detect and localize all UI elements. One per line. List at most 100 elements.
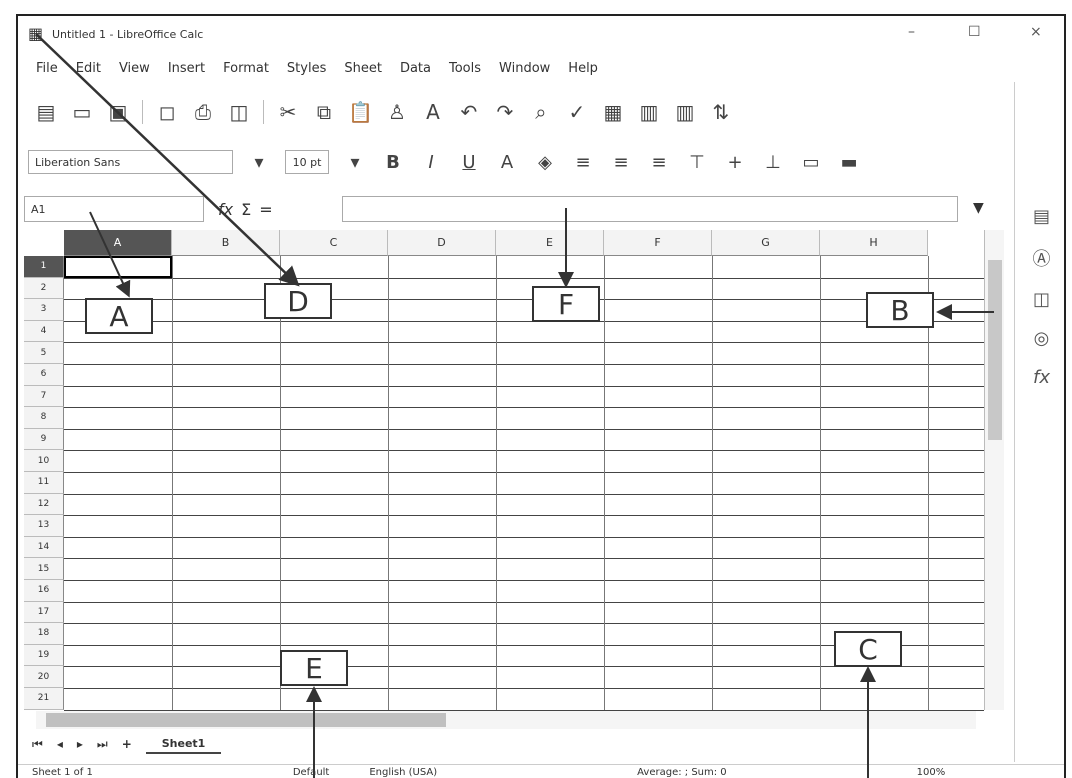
align-bottom-icon[interactable]: ⊥	[761, 148, 785, 176]
column-header[interactable]: A	[64, 230, 172, 256]
name-box[interactable]: A1	[24, 196, 204, 222]
font-size-dropdown-icon[interactable]: ▾	[343, 148, 367, 176]
align-right-icon[interactable]: ≡	[647, 148, 671, 176]
font-name-dropdown-icon[interactable]: ▾	[247, 148, 271, 176]
row-header[interactable]: 11	[24, 472, 64, 494]
menu-tools[interactable]: Tools	[449, 61, 481, 76]
active-cell[interactable]	[64, 256, 172, 278]
align-top-icon[interactable]: ⊤	[685, 148, 709, 176]
row-header[interactable]: 1	[24, 256, 64, 278]
formula-input[interactable]	[342, 196, 958, 222]
menu-styles[interactable]: Styles	[287, 61, 326, 76]
menu-insert[interactable]: Insert	[168, 61, 205, 76]
bold-icon[interactable]: B	[381, 148, 405, 176]
minimize-button[interactable]: –	[908, 24, 915, 40]
row-header[interactable]: 5	[24, 342, 64, 364]
clone-formatting-icon[interactable]: ♙	[385, 98, 409, 126]
row-header[interactable]: 15	[24, 558, 64, 580]
row-header[interactable]: 2	[24, 277, 64, 300]
freeze-icon[interactable]: ▥	[673, 98, 697, 126]
row-header[interactable]: 21	[24, 688, 64, 710]
last-sheet-icon[interactable]: ⏭	[97, 737, 108, 752]
clear-formatting-icon[interactable]: A	[421, 98, 445, 126]
row-header[interactable]: 4	[24, 320, 64, 343]
row-header[interactable]: 16	[24, 580, 64, 602]
expand-formula-icon[interactable]: ▼	[973, 200, 984, 216]
sum-icon[interactable]: Σ	[241, 200, 251, 219]
menu-view[interactable]: View	[119, 61, 150, 76]
horizontal-scroll-thumb[interactable]	[46, 713, 446, 727]
properties-icon[interactable]: ▤	[1033, 206, 1050, 227]
row-header[interactable]: 13	[24, 515, 64, 537]
row-header[interactable]: 10	[24, 450, 64, 472]
copy-icon[interactable]: ⧉	[312, 98, 336, 126]
functions-icon[interactable]: fx	[1033, 367, 1050, 388]
column-header[interactable]: F	[604, 230, 712, 256]
column-header[interactable]: D	[388, 230, 496, 256]
vertical-scroll-thumb[interactable]	[988, 260, 1002, 440]
vertical-scrollbar[interactable]	[984, 230, 1004, 710]
wrap-text-icon[interactable]: ▭	[799, 148, 823, 176]
row-header[interactable]: 6	[24, 364, 64, 386]
merge-cells-icon[interactable]: ▬	[837, 148, 861, 176]
row-header[interactable]: 9	[24, 428, 64, 451]
menu-sheet[interactable]: Sheet	[344, 61, 382, 76]
print-preview-icon[interactable]: ◫	[227, 98, 251, 126]
underline-icon[interactable]: U	[457, 148, 481, 176]
row-header[interactable]: 8	[24, 407, 64, 429]
menu-file[interactable]: File	[36, 61, 58, 76]
open-icon[interactable]: ▭	[70, 98, 94, 126]
first-sheet-icon[interactable]: ⏮	[32, 737, 43, 752]
align-left-icon[interactable]: ≡	[571, 148, 595, 176]
save-icon[interactable]: ▣	[106, 98, 130, 126]
menu-help[interactable]: Help	[568, 61, 598, 76]
find-replace-icon[interactable]: ⌕	[529, 98, 553, 126]
row-header[interactable]: 14	[24, 536, 64, 559]
status-language[interactable]: English (USA)	[369, 767, 437, 778]
column-header[interactable]: B	[172, 230, 280, 256]
row-header[interactable]: 20	[24, 666, 64, 688]
close-button[interactable]: ×	[1030, 24, 1042, 40]
styles-icon[interactable]: Ⓐ	[1033, 245, 1051, 271]
redo-icon[interactable]: ↷	[493, 98, 517, 126]
column-header[interactable]: C	[280, 230, 388, 256]
status-zoom[interactable]: 100%	[917, 767, 946, 778]
undo-icon[interactable]: ↶	[457, 98, 481, 126]
align-center-icon[interactable]: ≡	[609, 148, 633, 176]
font-size-box[interactable]: 10 pt	[285, 150, 329, 174]
column-header[interactable]: E	[496, 230, 604, 256]
column-header[interactable]: H	[820, 230, 928, 256]
row-header[interactable]: 12	[24, 493, 64, 516]
row-header[interactable]: 17	[24, 601, 64, 624]
spelling-icon[interactable]: ✓	[565, 98, 589, 126]
export-pdf-icon[interactable]: ◻	[155, 98, 179, 126]
maximize-button[interactable]: ☐	[968, 24, 981, 40]
next-sheet-icon[interactable]: ▸	[77, 737, 83, 751]
prev-sheet-icon[interactable]: ◂	[57, 737, 63, 751]
row-header[interactable]: 19	[24, 644, 64, 667]
function-wizard-icon[interactable]: fx	[218, 200, 233, 219]
paste-icon[interactable]: 📋	[348, 98, 373, 126]
row-header[interactable]: 7	[24, 385, 64, 408]
highlight-icon[interactable]: ◈	[533, 148, 557, 176]
gallery-icon[interactable]: ◫	[1033, 289, 1050, 310]
row-header[interactable]: 3	[24, 299, 64, 321]
formula-icon[interactable]: =	[259, 200, 272, 219]
row-icon[interactable]: ▦	[601, 98, 625, 126]
font-color-icon[interactable]: A	[495, 148, 519, 176]
align-middle-icon[interactable]: +	[723, 148, 747, 176]
menu-data[interactable]: Data	[400, 61, 431, 76]
row-header[interactable]: 18	[24, 623, 64, 645]
sort-icon[interactable]: ⇅	[709, 98, 733, 126]
navigator-icon[interactable]: ◎	[1034, 328, 1050, 349]
cut-icon[interactable]: ✂	[276, 98, 300, 126]
menu-format[interactable]: Format	[223, 61, 269, 76]
column-header[interactable]: G	[712, 230, 820, 256]
menu-window[interactable]: Window	[499, 61, 550, 76]
menu-edit[interactable]: Edit	[76, 61, 101, 76]
add-sheet-icon[interactable]: +	[122, 737, 132, 751]
italic-icon[interactable]: I	[419, 148, 443, 176]
horizontal-scrollbar[interactable]	[36, 711, 976, 729]
column-icon[interactable]: ▥	[637, 98, 661, 126]
print-icon[interactable]: ⎙	[191, 98, 215, 126]
